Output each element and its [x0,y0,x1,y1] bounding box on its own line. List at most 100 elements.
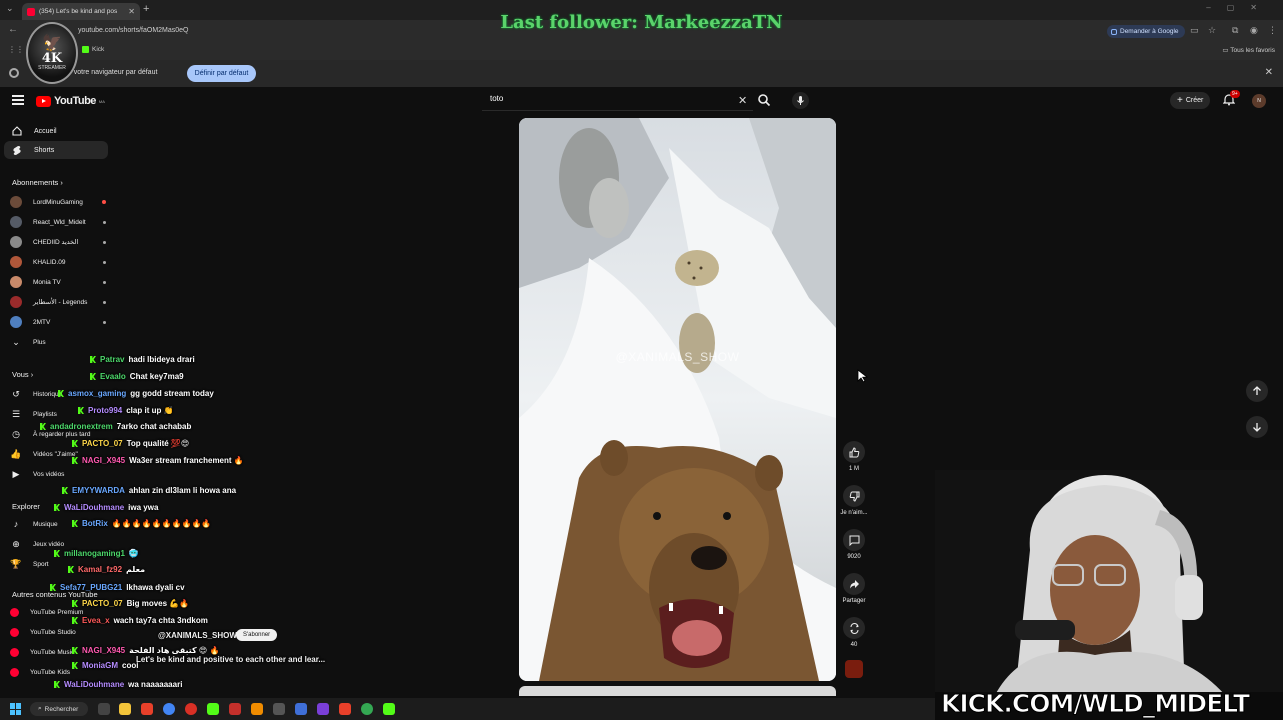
chat-username: Patrav [100,355,125,364]
kick-badge-icon [90,373,96,380]
app-icon-purple[interactable] [317,703,329,715]
apps-icon[interactable]: ⋮⋮ [8,45,24,54]
chat-message: millanogaming1 🥶 [54,549,139,558]
kick-badge-icon [72,440,78,447]
live-indicator-icon [102,200,106,204]
channel-name: React_Wld_Midelt [33,218,86,226]
chat-username: PACTO_07 [82,439,123,448]
short-caption[interactable]: Let's be kind and positive to each other… [136,655,325,664]
short-channel-name[interactable]: @XANIMALS_SHOW [158,631,237,640]
previous-short-button[interactable] [1246,380,1268,402]
app-icon-orange[interactable] [251,703,263,715]
new-content-dot-icon [103,220,106,224]
chat-text: Top qualité 💯😍 [126,439,190,448]
chat-username: WaLiDouhmane [64,680,125,689]
brave-icon[interactable] [141,703,153,715]
chat-message: WaLiDouhmane wa naaaaaaari [54,680,182,689]
chat-message: NAGI_X945 Wa3er stream franchement 🔥 [72,456,244,465]
bookmark-kick[interactable]: Kick [82,46,104,53]
bookmarks-bar: ⋮⋮ Kick ▭ Tous les favoris [0,42,1283,60]
subscriptions-header[interactable]: Abonnements › [12,178,63,187]
remix-icon [850,622,858,634]
chat-text: معلم [126,565,146,574]
chat-message: Kamal_fz92 معلم [68,565,145,574]
bookmark-all[interactable]: ▭ Tous les favoris [1222,46,1275,54]
taskbar-search[interactable]: ⌕ Rechercher [30,702,88,716]
remix-button[interactable]: 40 [840,617,868,648]
subscription-item[interactable]: 2MTV [10,314,106,330]
channel-avatar [10,276,22,288]
app-icon-gray[interactable] [273,703,285,715]
kick-url-overlay: KICK.COM/WLD_MIDELT [935,689,1283,720]
channel-name: KHALID.09 [33,258,66,266]
account-avatar[interactable]: N [1252,94,1266,108]
clear-search-icon[interactable]: ✕ [738,94,747,107]
subscription-item[interactable]: LordMinuGaming [10,194,106,210]
kick-badge-icon [58,390,64,397]
notifications-button[interactable]: 9+ [1222,90,1240,109]
hamburger-icon[interactable] [12,95,24,105]
search-input[interactable] [490,94,720,103]
create-button[interactable]: + Créer [1170,92,1211,109]
channel-name: LordMinuGaming [33,198,83,206]
voice-search-button[interactable] [792,92,809,109]
next-short-preview[interactable] [519,686,836,696]
youtube-logo[interactable]: YouTube MA [36,95,105,107]
sidebar-item-shorts[interactable]: Shorts [4,141,108,159]
comment-icon [849,535,859,546]
app-icon-blue[interactable] [295,703,307,715]
kick-badge-icon [72,662,78,669]
dislike-button[interactable]: Je n'aim... [840,485,868,516]
kick-badge-icon [54,681,60,688]
kick-badge-icon [72,457,78,464]
chat-username: andadronextrem [50,422,113,431]
shorts-icon [12,145,22,155]
window-controls[interactable]: –▢✕ [1206,3,1273,12]
chat-message: MoniaGM cool [72,661,138,670]
sidebar-item-home[interactable]: Accueil [4,122,108,140]
task-view-icon[interactable] [98,703,110,715]
subscription-item[interactable]: CHEDIID الخديد [10,234,106,250]
like-button[interactable]: 1 M [840,441,868,472]
kick-app-icon[interactable] [207,703,219,715]
brave-alt-icon[interactable] [339,703,351,715]
kick-badge-icon [54,504,60,511]
search-box[interactable]: ✕ [482,91,753,111]
subscription-item[interactable]: Monia TV [10,274,106,290]
channel-name: Monia TV [33,278,61,286]
subscribe-button[interactable]: S'abonner [236,629,278,641]
comments-button[interactable]: 9020 [840,529,868,560]
kick-badge-icon [68,566,74,573]
next-short-button[interactable] [1246,416,1268,438]
kick-badge-icon [72,647,78,654]
chat-text: iwa ywa [128,503,159,512]
set-default-button[interactable]: Définir par défaut [187,65,256,82]
subscription-item[interactable]: KHALID.09 [10,254,106,270]
chat-username: asmox_gaming [68,389,127,398]
windows-icon[interactable] [10,703,22,715]
close-infobar-icon[interactable]: ✕ [1265,67,1273,78]
chat-text: Wa3er stream franchement 🔥 [129,456,244,465]
chat-message: EMYYWARDA ahlan zin dl3lam li howa ana [62,486,236,495]
arrow-down-icon [1253,423,1261,432]
share-button[interactable]: Partager [840,573,868,604]
subscription-item[interactable]: React_Wld_Midelt [10,214,106,230]
sidebar-item-more[interactable]: ⌄ Plus [10,334,106,350]
sound-thumbnail[interactable] [845,660,863,678]
chrome-icon[interactable] [163,703,175,715]
subscription-item[interactable]: الأسطاير - Legends [10,294,106,310]
shorts-video-player[interactable]: @XANIMALS_SHOW [519,118,836,681]
chat-text: wa naaaaaaari [128,680,183,689]
chat-username: BotRix [82,519,108,528]
app-icon-red[interactable] [229,703,241,715]
search-button[interactable] [757,93,775,109]
app-icon-green[interactable] [361,703,373,715]
kick-alt-icon[interactable] [383,703,395,715]
file-explorer-icon[interactable] [119,703,131,715]
chrome-alt-icon[interactable] [185,703,197,715]
stream-chat-overlay: Patrav hadi lbideya drari Evaalo Chat key7m… [0,350,380,695]
chat-message: PACTO_07 Top qualité 💯😍 [72,439,189,448]
chat-username: Evea_x [82,616,110,625]
video-frame [519,118,836,681]
chat-message: WaLiDouhmane iwa ywa [54,503,158,512]
